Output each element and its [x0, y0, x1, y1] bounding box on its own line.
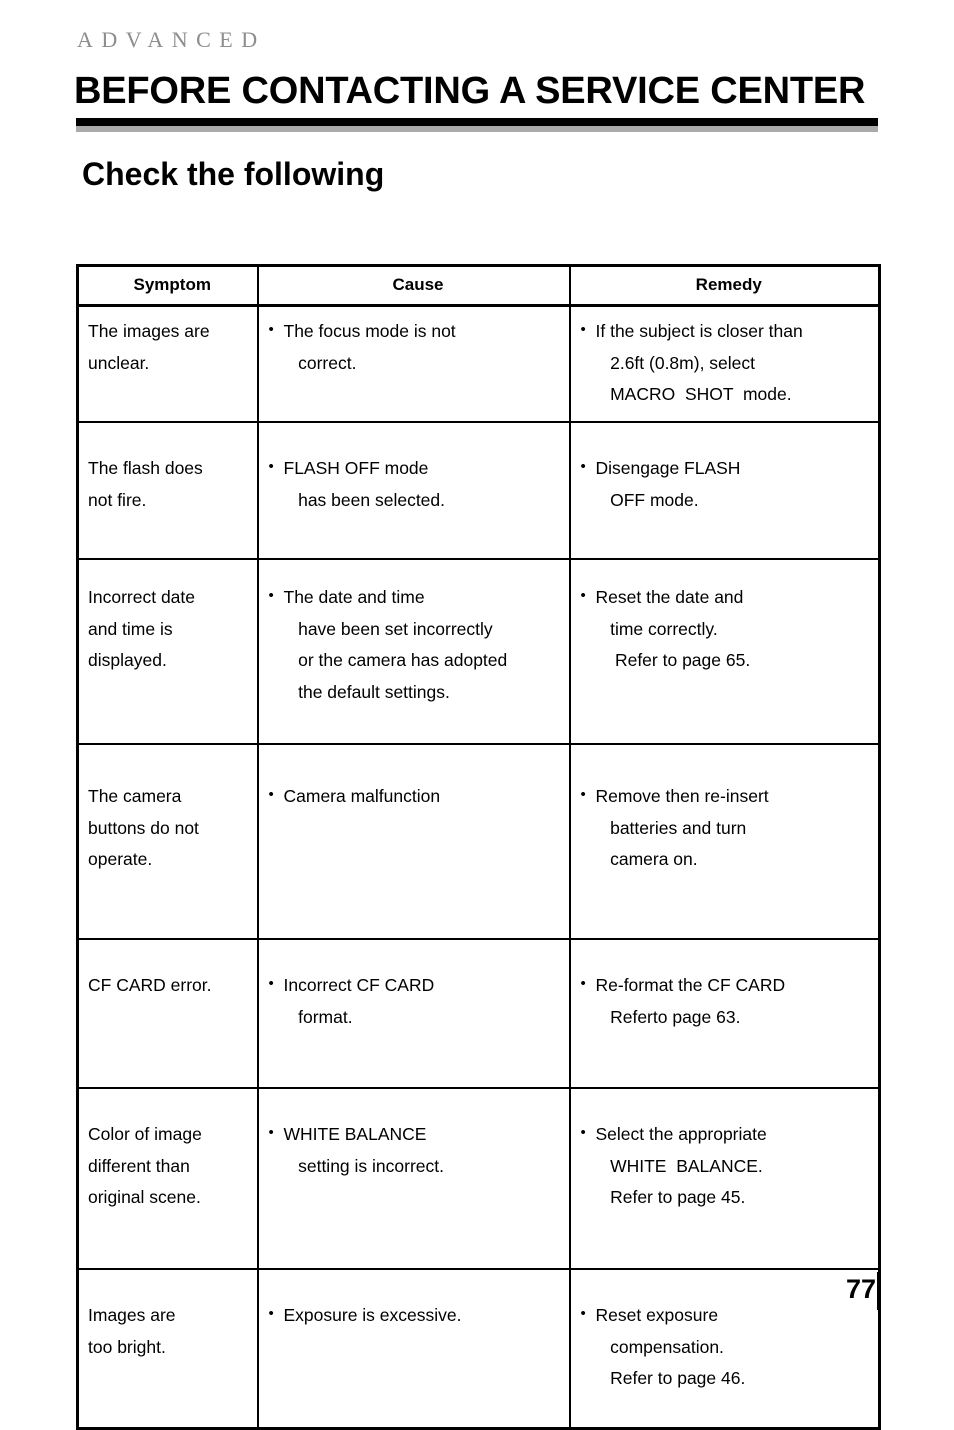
table-row: The flash does not fire. FLASH OFF mode … — [76, 421, 881, 560]
troubleshooting-table: Symptom Cause Remedy The images are uncl… — [76, 264, 881, 1430]
symptom-text: Color of image different than original s… — [88, 1124, 202, 1207]
cell-cause: Exposure is excessive. — [256, 1268, 571, 1430]
table-header-row: Symptom Cause Remedy — [76, 264, 881, 307]
cell-symptom: Images are too bright. — [76, 1268, 259, 1430]
cell-symptom: The images are unclear. — [76, 304, 259, 423]
symptom-text: The camera buttons do not operate. — [88, 786, 199, 869]
cell-remedy: Re-format the CF CARD Referto page 63. — [568, 938, 881, 1089]
page-kicker: ADVANCED — [77, 27, 266, 52]
table-row: The images are unclear. The focus mode i… — [76, 304, 881, 423]
troubleshooting-table-wrapper: Symptom Cause Remedy The images are uncl… — [76, 264, 881, 1430]
cell-symptom: Color of image different than original s… — [76, 1087, 259, 1270]
symptom-text: CF CARD error. — [88, 975, 212, 995]
cell-remedy: Remove then re-insert batteries and turn… — [568, 743, 881, 940]
title-rule-gray — [76, 126, 878, 132]
remedy-text: Disengage FLASH OFF mode. — [580, 453, 873, 516]
page-title: BEFORE CONTACTING A SERVICE CENTER — [74, 70, 866, 112]
remedy-text: Re-format the CF CARD Referto page 63. — [580, 970, 873, 1033]
page-number-rule — [877, 1272, 881, 1310]
symptom-text: The flash does not fire. — [88, 458, 203, 510]
table-row: Incorrect date and time is displayed. Th… — [76, 558, 881, 745]
symptom-text: The images are unclear. — [88, 321, 210, 373]
table-row: Color of image different than original s… — [76, 1087, 881, 1270]
cause-text: Incorrect CF CARD format. — [268, 970, 563, 1033]
cell-remedy: Disengage FLASH OFF mode. — [568, 421, 881, 560]
cause-text: WHITE BALANCE setting is incorrect. — [268, 1119, 563, 1182]
cause-text: Camera malfunction — [268, 781, 563, 813]
cell-cause: The focus mode is not correct. — [256, 304, 571, 423]
cell-cause: FLASH OFF mode has been selected. — [256, 421, 571, 560]
remedy-text: If the subject is closer than 2.6ft (0.8… — [580, 316, 873, 411]
cell-cause: The date and time have been set incorrec… — [256, 558, 571, 745]
cell-remedy: Select the appropriate WHITE BALANCE. Re… — [568, 1087, 881, 1270]
remedy-text: Remove then re-insert batteries and turn… — [580, 781, 873, 876]
cell-symptom: The camera buttons do not operate. — [76, 743, 259, 940]
table-row: CF CARD error. Incorrect CF CARD format.… — [76, 938, 881, 1089]
title-rule-black — [76, 118, 878, 126]
cause-text: The focus mode is not correct. — [268, 316, 563, 379]
section-heading: Check the following — [82, 156, 385, 192]
column-header-symptom: Symptom — [76, 264, 259, 307]
cause-text: FLASH OFF mode has been selected. — [268, 453, 563, 516]
cell-remedy: If the subject is closer than 2.6ft (0.8… — [568, 304, 881, 423]
symptom-text: Images are too bright. — [88, 1305, 176, 1357]
cell-cause: WHITE BALANCE setting is incorrect. — [256, 1087, 571, 1270]
manual-page: ADVANCED BEFORE CONTACTING A SERVICE CEN… — [0, 0, 954, 1430]
table-row: The camera buttons do not operate. Camer… — [76, 743, 881, 940]
column-header-cause: Cause — [256, 264, 571, 307]
page-number: 77 — [845, 1274, 876, 1304]
cell-cause: Camera malfunction — [256, 743, 571, 940]
cell-cause: Incorrect CF CARD format. — [256, 938, 571, 1089]
cell-remedy: Reset exposure compensation. Refer to pa… — [568, 1268, 881, 1430]
cell-symptom: The flash does not fire. — [76, 421, 259, 560]
symptom-text: Incorrect date and time is displayed. — [88, 587, 195, 670]
cause-text: Exposure is excessive. — [268, 1300, 563, 1332]
remedy-text: Select the appropriate WHITE BALANCE. Re… — [580, 1119, 873, 1214]
cell-remedy: Reset the date and time correctly. Refer… — [568, 558, 881, 745]
cause-text: The date and time have been set incorrec… — [268, 582, 563, 708]
cell-symptom: Incorrect date and time is displayed. — [76, 558, 259, 745]
table-row: Images are too bright. Exposure is exces… — [76, 1268, 881, 1430]
cell-symptom: CF CARD error. — [76, 938, 259, 1089]
remedy-text: Reset the date and time correctly. Refer… — [580, 582, 873, 677]
column-header-remedy: Remedy — [568, 264, 881, 307]
remedy-text: Reset exposure compensation. Refer to pa… — [580, 1300, 873, 1395]
